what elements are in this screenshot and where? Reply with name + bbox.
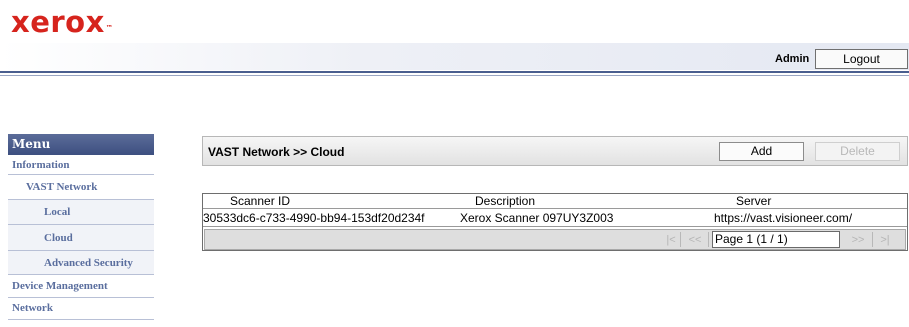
page-title: VAST Network >> Cloud [208, 145, 345, 159]
sidebar-item-advanced-security[interactable]: Advanced Security [8, 251, 154, 275]
sidebar-item-vast-network[interactable]: VAST Network [8, 175, 154, 200]
sidebar-menu: Menu Information VAST Network Local Clou… [8, 134, 154, 320]
section-header-bar: VAST Network >> Cloud Add Delete [202, 136, 908, 166]
next-page-button[interactable]: >> [847, 232, 869, 248]
pager-separator [872, 232, 873, 247]
scanner-table: Scanner ID Description Server 30533dc6-c… [202, 193, 908, 251]
sidebar-item-local[interactable]: Local [8, 200, 154, 225]
header-divider-thin [0, 75, 909, 76]
table-row[interactable]: 30533dc6-c733-4990-bb94-153df20d234f Xer… [203, 209, 907, 227]
sidebar-item-information[interactable]: Information [8, 155, 154, 175]
page-input[interactable]: Page 1 (1 / 1) [712, 231, 840, 248]
add-button[interactable]: Add [719, 142, 804, 161]
xerox-logo: xerox™ [11, 5, 114, 39]
sidebar-item-cloud[interactable]: Cloud [8, 225, 154, 251]
logout-button[interactable]: Logout [815, 49, 908, 69]
pager-separator [680, 232, 681, 247]
header-divider [0, 71, 909, 73]
user-name: Admin [775, 53, 810, 65]
column-header-scanner-id[interactable]: Scanner ID [230, 194, 290, 209]
column-header-description[interactable]: Description [475, 194, 535, 209]
cell-scanner-id: 30533dc6-c733-4990-bb94-153df20d234f [203, 211, 425, 225]
pager-separator [708, 232, 709, 247]
pagination-bar: |< << Page 1 (1 / 1) >> >| [204, 229, 906, 250]
cell-description: Xerox Scanner 097UY3Z003 [460, 211, 614, 225]
prev-page-button[interactable]: << [684, 232, 706, 248]
delete-button[interactable]: Delete [815, 142, 900, 161]
menu-title: Menu [8, 134, 154, 155]
first-page-button[interactable]: |< [664, 232, 678, 248]
last-page-button[interactable]: >| [877, 232, 893, 248]
cell-server: https://vast.visioneer.com/ [714, 211, 853, 225]
column-header-server[interactable]: Server [736, 194, 771, 209]
sidebar-item-network[interactable]: Network [8, 298, 154, 320]
table-header: Scanner ID Description Server [203, 194, 907, 209]
sidebar-item-device-management[interactable]: Device Management [8, 275, 154, 298]
top-header-bar [0, 43, 909, 70]
